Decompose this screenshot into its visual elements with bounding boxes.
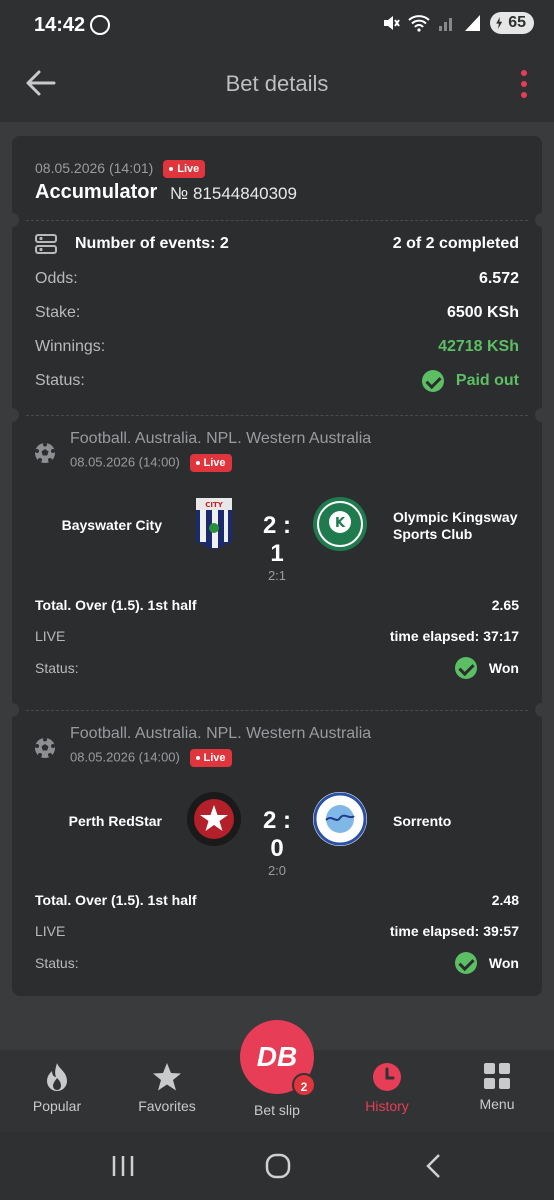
events-completed: 2 of 2 completed <box>392 235 519 252</box>
away-team-name: Sorrento <box>393 813 452 829</box>
events-summary-row: Number of events: 2 2 of 2 completed <box>35 234 519 254</box>
nav-popular-label: Popular <box>32 1098 82 1114</box>
nav-favorites-label: Favorites <box>138 1098 196 1114</box>
odds-value: 6.572 <box>478 270 519 287</box>
winnings-label: Winnings: <box>35 338 106 355</box>
halftime-score: 2:0 <box>267 863 287 878</box>
halftime-score: 2:1 <box>267 568 287 583</box>
betslip-count-badge: 2 <box>292 1073 316 1097</box>
signal-icon-2 <box>465 15 481 31</box>
bet-date-row: 08.05.2026 (14:01) Live <box>35 160 206 179</box>
status-icons: 65 <box>382 12 534 34</box>
odds-row: Odds: 6.572 <box>35 270 519 288</box>
system-status-bar: 14:42 65 <box>0 0 554 52</box>
bet-number: № 81544840309 <box>170 184 297 203</box>
status-label: Status: <box>35 372 85 389</box>
wifi-icon <box>408 15 430 32</box>
back-nav-icon[interactable] <box>424 1153 442 1179</box>
league-name: Football. Australia. NPL. Western Austra… <box>70 430 372 447</box>
bayswater-city-logo: CITY <box>196 498 232 550</box>
result-value: Won <box>488 660 519 676</box>
stake-label: Stake: <box>35 304 81 321</box>
home-icon[interactable] <box>265 1153 291 1179</box>
clock-icon <box>373 1063 401 1091</box>
status-label: Status: <box>35 660 79 676</box>
live-row: LIVE time elapsed: 37:17 <box>35 628 519 644</box>
page-title: Bet details <box>225 71 329 96</box>
status-row: Status: Paid out <box>35 370 519 392</box>
winnings-value: 42718 KSh <box>438 338 519 355</box>
number-of-events: Number of events: 2 <box>75 235 229 252</box>
events-list-icon <box>35 234 57 254</box>
market-name: Total. Over (1.5). 1st half <box>35 597 197 613</box>
event-date: 08.05.2026 (14:00) <box>70 454 180 470</box>
market-row: Total. Over (1.5). 1st half 2.48 <box>35 892 519 908</box>
status-label: Status: <box>35 955 79 971</box>
live-row: LIVE time elapsed: 39:57 <box>35 923 519 939</box>
match-score: 2 : 1 <box>262 512 291 567</box>
svg-text:CITY: CITY <box>205 501 224 509</box>
check-circle-icon <box>454 657 477 679</box>
nav-betslip-label: Bet slip <box>254 1102 300 1118</box>
home-team-name: Bayswater City <box>61 517 162 533</box>
home-team-name: Perth RedStar <box>68 813 162 829</box>
grid-menu-icon <box>484 1063 510 1089</box>
sorrento-logo <box>313 792 367 846</box>
market-row: Total. Over (1.5). 1st half 2.65 <box>35 597 519 613</box>
bet-details-card: 08.05.2026 (14:01) Live Accumulator № 81… <box>5 136 549 996</box>
whatsapp-icon <box>90 15 110 35</box>
league-name: Football. Australia. NPL. Western Austra… <box>70 725 372 742</box>
live-text: LIVE <box>35 923 66 939</box>
live-badge: Live <box>189 454 232 472</box>
check-circle-icon <box>454 952 477 974</box>
nav-history-label: History <box>365 1098 409 1114</box>
svg-text:K: K <box>335 516 346 531</box>
battery-indicator: 65 <box>490 12 534 34</box>
nav-menu[interactable]: Menu <box>442 1062 552 1112</box>
winnings-row: Winnings: 42718 KSh <box>35 338 519 356</box>
live-badge: Live <box>163 160 206 179</box>
match-score: 2 : 0 <box>262 807 291 862</box>
result-value: Won <box>488 955 519 971</box>
bet-date: 08.05.2026 (14:01) <box>35 160 154 176</box>
system-navigation-bar <box>0 1132 554 1200</box>
event-date-row: 08.05.2026 (14:00) Live <box>70 749 232 767</box>
soccer-ball-icon <box>35 737 55 758</box>
event-date: 08.05.2026 (14:00) <box>70 749 180 765</box>
clock: 14:42 <box>34 14 86 36</box>
result-row: Status: Won <box>35 657 519 679</box>
away-team-name: Olympic Kingsway Sports Club <box>393 509 518 542</box>
nav-betslip[interactable]: Bet slip <box>222 1102 332 1118</box>
flame-icon <box>47 1063 67 1091</box>
market-odds: 2.48 <box>491 892 519 908</box>
recent-apps-icon[interactable] <box>111 1154 135 1178</box>
perth-redstar-logo <box>187 792 241 846</box>
stake-row: Stake: 6500 KSh <box>35 304 519 322</box>
stake-value: 6500 KSh <box>446 304 519 321</box>
soccer-ball-icon <box>35 442 55 463</box>
nav-popular[interactable]: Popular <box>2 1062 112 1114</box>
time-elapsed: time elapsed: 37:17 <box>389 628 519 644</box>
result-row: Status: Won <box>35 952 519 974</box>
app-header: Bet details <box>0 52 554 122</box>
event-date-row: 08.05.2026 (14:00) Live <box>70 454 232 472</box>
check-circle-icon <box>421 370 444 392</box>
signal-icon <box>439 18 453 31</box>
odds-label: Odds: <box>35 270 78 287</box>
live-text: LIVE <box>35 628 66 644</box>
time-elapsed: time elapsed: 39:57 <box>389 923 519 939</box>
market-name: Total. Over (1.5). 1st half <box>35 892 197 908</box>
market-odds: 2.65 <box>491 597 519 613</box>
more-options-icon[interactable] <box>520 70 528 98</box>
star-icon <box>153 1063 181 1091</box>
status-value: Paid out <box>455 372 519 389</box>
nav-favorites[interactable]: Favorites <box>112 1062 222 1114</box>
bet-type: Accumulator <box>35 181 158 203</box>
olympic-kingsway-logo: K <box>313 497 367 551</box>
nav-history[interactable]: History <box>332 1062 442 1114</box>
nav-menu-label: Menu <box>479 1096 515 1112</box>
live-badge: Live <box>189 749 232 767</box>
mute-icon <box>384 16 401 30</box>
